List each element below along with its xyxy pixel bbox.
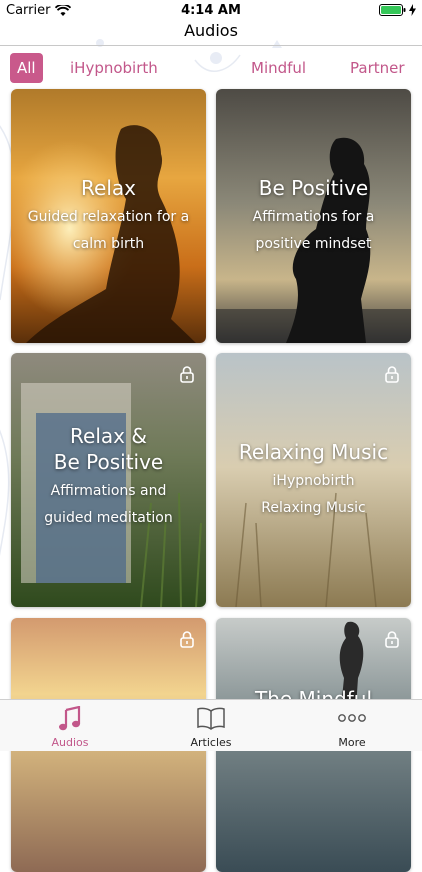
card-subtitle-line: Affirmations for a [252,209,375,225]
card-title: Relax & Be Positive [19,423,198,475]
page-title: Audios [184,21,238,40]
audio-card-relax-be-positive[interactable]: Relax & Be Positive Affirmations and gui… [11,353,206,607]
tab-more[interactable]: More [282,700,422,751]
card-title-line: Be Positive [53,450,164,474]
card-subtitle-line: positive mindset [255,236,372,252]
tab-articles[interactable]: Articles [141,700,281,751]
ellipsis-icon [338,714,366,722]
card-title-line: Relax & [70,424,147,448]
filter-all[interactable]: All [10,53,43,83]
battery-icon [379,4,406,16]
tab-label: More [338,736,366,749]
card-subtitle-line: guided meditation [44,510,173,526]
card-subtitle: iHypnobirth Relaxing Music [224,468,403,522]
filter-mindful[interactable]: Mindful [245,53,312,83]
card-text: Relaxing Music iHypnobirth Relaxing Musi… [224,439,403,522]
audio-card-relax[interactable]: Relax Guided relaxation for a calm birth [11,89,206,343]
audio-card-relaxing-music[interactable]: Relaxing Music iHypnobirth Relaxing Musi… [216,353,411,607]
tab-label: Audios [51,736,89,749]
card-subtitle-line: calm birth [72,236,145,252]
card-subtitle-line: Relaxing Music [261,500,366,516]
card-subtitle-line: Guided relaxation for a [27,209,190,225]
music-note-icon [59,706,81,731]
lock-icon [180,366,194,383]
status-time: 4:14 AM [181,3,241,18]
card-subtitle-line: iHypnobirth [272,473,355,489]
tab-label: Articles [190,736,232,749]
card-text: Relax & Be Positive Affirmations and gui… [19,423,198,532]
category-filter-bar: All iHypnobirth Mindful Partner [0,50,422,86]
card-title: Relaxing Music [238,440,389,464]
charging-bolt-icon [409,4,416,16]
tab-audios[interactable]: Audios [0,700,140,751]
navigation-bar: Audios [0,18,422,46]
lock-icon [385,631,399,648]
card-subtitle: Affirmations for a positive mindset [224,204,403,258]
battery-indicator [379,4,416,16]
card-subtitle: Guided relaxation for a calm birth [19,204,198,258]
card-text: Be Positive Affirmations for a positive … [224,175,403,258]
card-text: Relax Guided relaxation for a calm birth [19,175,198,258]
navbar-divider [0,45,422,46]
card-title: Relax [81,176,136,200]
lock-icon [180,631,194,648]
filter-ihypnobirth[interactable]: iHypnobirth [64,53,164,83]
lock-icon [385,366,399,383]
filter-partner[interactable]: Partner [344,53,411,83]
tab-bar: Audios Articles More [0,699,422,751]
card-subtitle: Affirmations and guided meditation [19,478,198,532]
card-subtitle-line: Affirmations and [50,483,167,499]
audio-card-be-positive[interactable]: Be Positive Affirmations for a positive … [216,89,411,343]
open-book-icon [197,707,225,730]
card-title: Be Positive [258,176,369,200]
